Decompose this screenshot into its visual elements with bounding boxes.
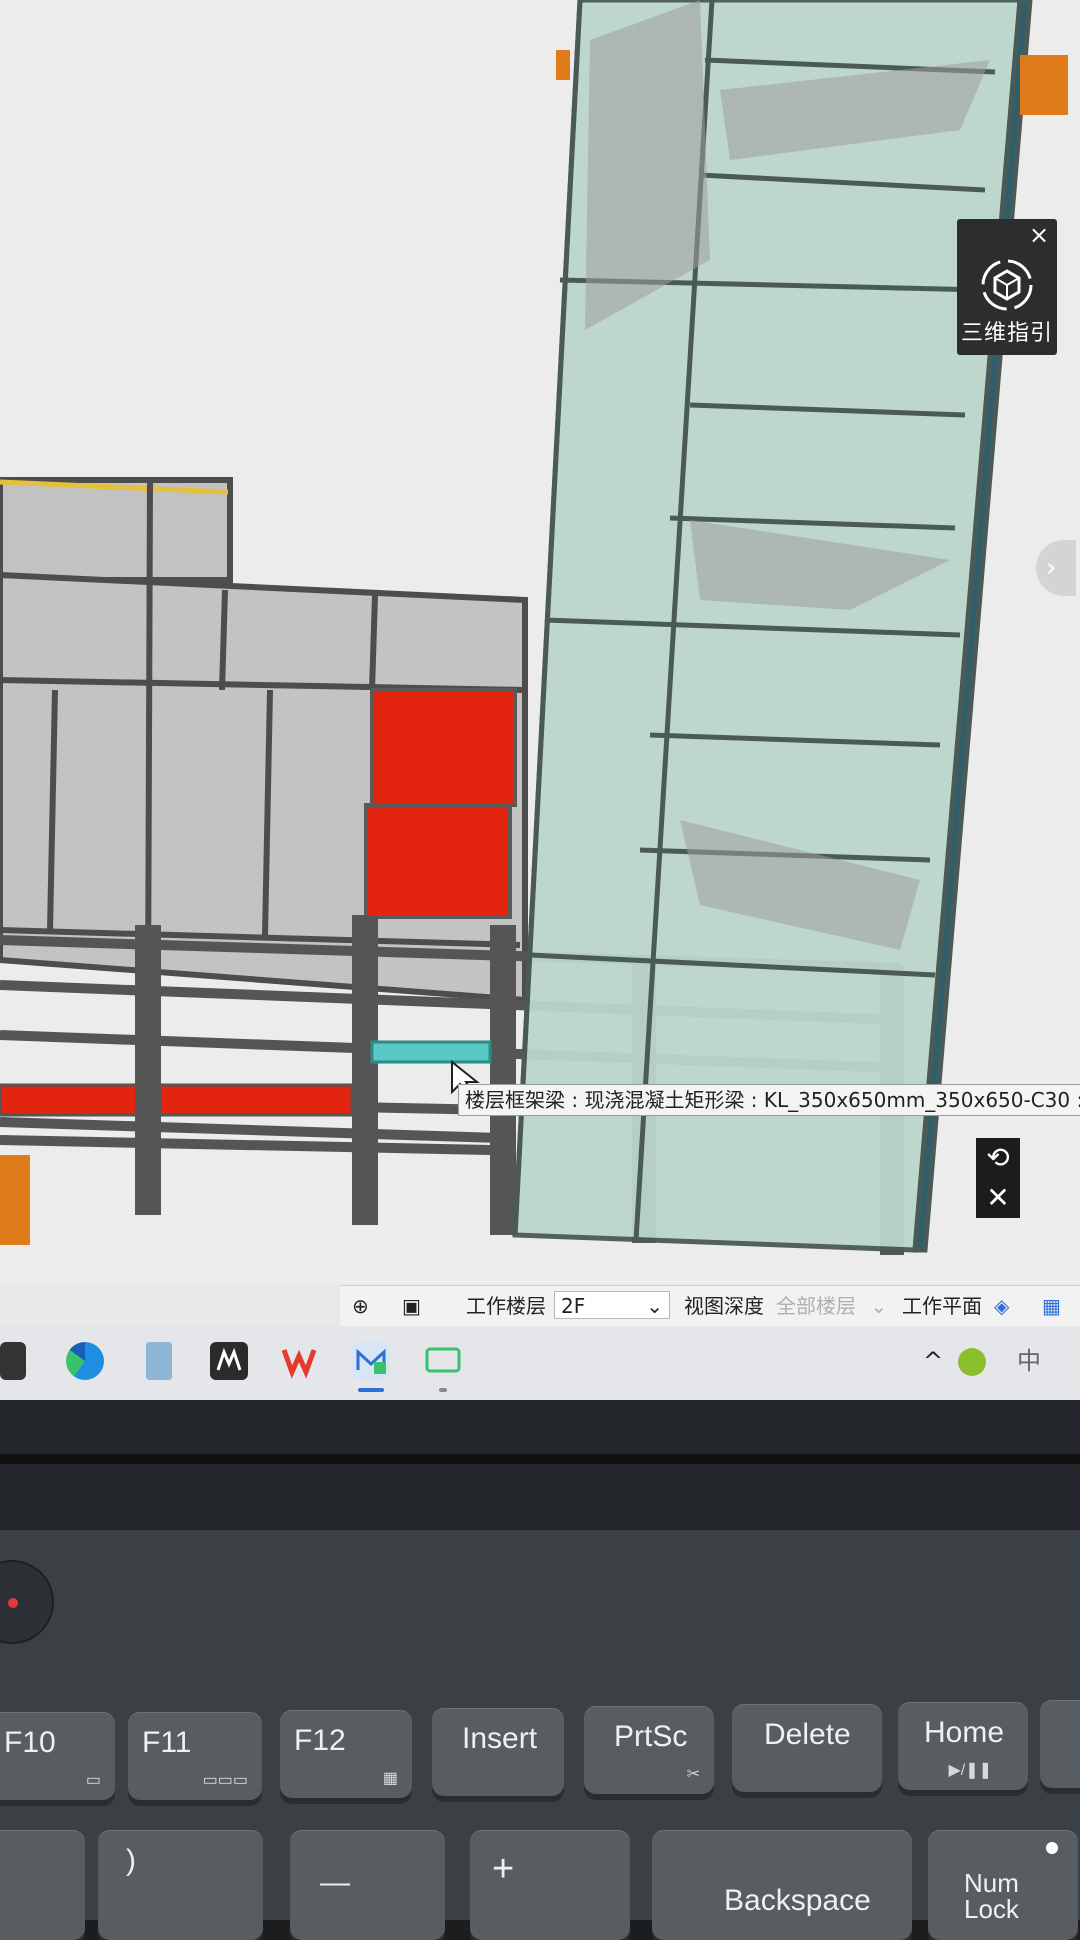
key-label: +: [492, 1848, 515, 1890]
status-bar: ⊕ ▣ 工作楼层 2F ⌄ 视图深度 全部楼层 ⌄ 工作平面 ◈ ▦: [340, 1285, 1080, 1326]
screen-app-icon[interactable]: [424, 1342, 462, 1380]
view-depth-select[interactable]: 全部楼层 ⌄: [776, 1286, 887, 1326]
key-label: F12: [294, 1724, 346, 1757]
key-label: Delete: [764, 1718, 851, 1751]
play-pause-icon: ▶/❚❚: [948, 1762, 992, 1779]
laptop-hinge: [0, 1454, 1080, 1464]
key-label: Insert: [462, 1722, 538, 1755]
element-tooltip: 楼层框架梁 : 现浇混凝土矩形梁 : KL_350x650mm_350x650-…: [458, 1084, 1080, 1116]
windows-taskbar: ^ 中: [0, 1326, 1080, 1400]
zoom-fit-icon[interactable]: ⊕: [352, 1286, 369, 1326]
view-depth-value: 全部楼层: [776, 1294, 856, 1318]
history-panel[interactable]: ⟲ ✕: [976, 1138, 1020, 1218]
nav-widget-label: 三维指引: [960, 321, 1053, 346]
key-partial[interactable]: [0, 1830, 85, 1940]
orange-element: [556, 50, 570, 80]
key-sublabel: ▦: [382, 1770, 398, 1787]
grid-settings-icon[interactable]: ▦: [1042, 1286, 1061, 1326]
view-depth-label: 视图深度: [684, 1294, 764, 1318]
app-icon[interactable]: [210, 1342, 248, 1380]
red-floor-strip: [0, 1083, 354, 1117]
edge-icon[interactable]: [66, 1342, 104, 1380]
key-minus[interactable]: —: [290, 1830, 445, 1940]
orange-element: [1020, 55, 1068, 115]
key-backspace[interactable]: Backspace: [652, 1830, 912, 1940]
ime-indicator[interactable]: 中: [1010, 1342, 1048, 1380]
running-app-indicator: [439, 1388, 447, 1392]
view-cube-icon: [981, 259, 1033, 311]
work-plane-label: 工作平面: [902, 1294, 982, 1318]
key-f10[interactable]: F10 ▭: [0, 1712, 115, 1800]
save-view-icon[interactable]: ▣: [402, 1286, 421, 1326]
key-label: PrtSc: [614, 1720, 688, 1753]
3d-navigation-widget[interactable]: × 三维指引: [957, 219, 1057, 355]
key-home[interactable]: Home ▶/❚❚: [898, 1702, 1028, 1790]
wps-icon[interactable]: [280, 1342, 318, 1380]
key-label: ): [126, 1844, 136, 1877]
laptop-bezel: [0, 1400, 1080, 1530]
work-plane-icon[interactable]: ◈: [994, 1286, 1009, 1326]
key-equals[interactable]: +: [470, 1830, 630, 1940]
mail-app-icon[interactable]: [352, 1342, 390, 1380]
key-label: —: [320, 1866, 350, 1899]
key-label: F10: [4, 1726, 56, 1759]
explorer-icon[interactable]: [0, 1342, 26, 1380]
active-app-indicator: [358, 1388, 384, 1392]
chevron-down-icon: ⌄: [646, 1294, 663, 1318]
work-level-value: 2F: [561, 1294, 586, 1318]
key-label: F11: [142, 1726, 192, 1759]
key-f12[interactable]: F12 ▦: [280, 1710, 412, 1798]
recycle-bin-icon[interactable]: [146, 1342, 172, 1380]
work-level-label: 工作楼层: [466, 1294, 546, 1318]
key-sublabel: ▭: [85, 1772, 101, 1789]
scissors-icon: ✂: [686, 1766, 700, 1783]
key-0[interactable]: ): [98, 1830, 263, 1940]
undo-icon[interactable]: ⟲: [976, 1138, 1020, 1178]
key-num-lock[interactable]: Num Lock: [928, 1830, 1078, 1940]
chevron-down-icon: ⌄: [870, 1294, 888, 1318]
red-wall: [364, 688, 517, 919]
close-icon[interactable]: ×: [1025, 221, 1053, 249]
key-label: Backspace: [724, 1884, 871, 1917]
key-f11[interactable]: F11 ▭▭▭: [128, 1712, 262, 1800]
key-prtsc[interactable]: PrtSc ✂: [584, 1706, 714, 1794]
key-partial[interactable]: [1040, 1700, 1080, 1788]
tray-app-icon[interactable]: [958, 1348, 986, 1376]
power-led-icon: [8, 1598, 18, 1608]
num-lock-led-icon: [1046, 1842, 1058, 1854]
laptop-screen: × 三维指引 › 楼层框架梁 : 现浇混凝土矩形梁 : KL_350x650mm…: [0, 0, 1080, 1400]
key-sublabel: ▭▭▭: [202, 1772, 248, 1789]
key-insert[interactable]: Insert: [432, 1708, 564, 1796]
close-icon[interactable]: ✕: [976, 1178, 1020, 1218]
orange-element: [0, 1155, 30, 1245]
selected-beam: [370, 1040, 492, 1064]
key-label: Num Lock: [964, 1868, 1019, 1924]
key-delete[interactable]: Delete: [732, 1704, 882, 1792]
key-label: Home: [924, 1716, 1005, 1749]
tray-chevron-icon[interactable]: ^: [914, 1342, 952, 1380]
work-level-select[interactable]: 2F ⌄: [554, 1291, 670, 1319]
